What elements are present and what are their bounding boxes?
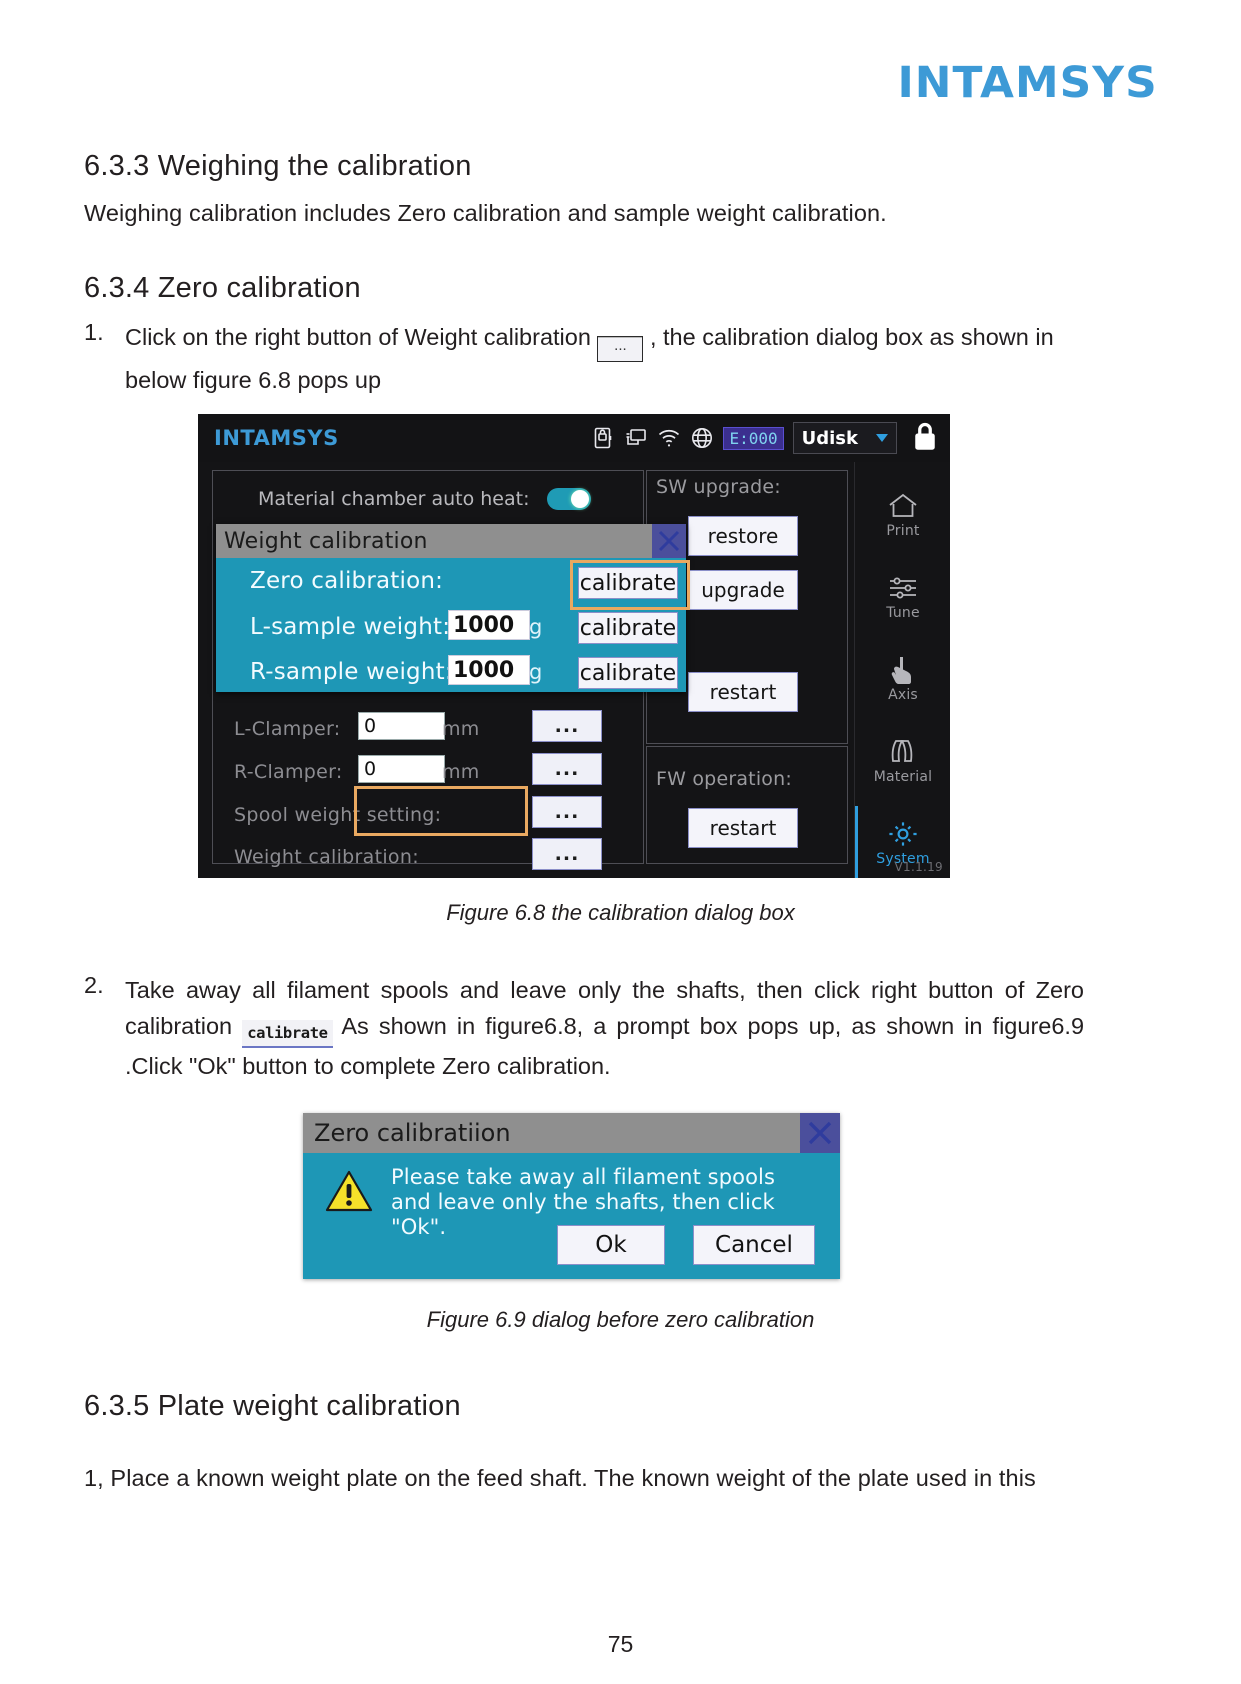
caption-figure-6-8: Figure 6.8 the calibration dialog box bbox=[446, 900, 795, 925]
active-accent-bar bbox=[855, 806, 858, 878]
close-icon[interactable] bbox=[800, 1113, 840, 1153]
heading-6-3-4: 6.3.4 Zero calibration bbox=[84, 272, 361, 305]
r-clamper-more-button[interactable]: ... bbox=[532, 753, 602, 785]
step-1-text: Click on the right button of Weight cali… bbox=[125, 319, 1084, 398]
nav-item-tune[interactable]: Tune bbox=[855, 560, 950, 634]
dialog-title-bar: Weight calibration bbox=[216, 524, 686, 558]
globe-icon[interactable] bbox=[690, 426, 714, 450]
caption-figure-6-9: Figure 6.9 dialog before zero calibratio… bbox=[426, 1307, 815, 1332]
warning-triangle-icon bbox=[325, 1169, 373, 1213]
weight-calibration-dialog: Weight calibration Zero calibration: L-s… bbox=[216, 524, 690, 692]
list-item-step-2: 2. Take away all filament spools and lea… bbox=[84, 972, 1084, 1085]
status-icon-group: E:000 Udisk bbox=[591, 422, 940, 454]
nav-label-print: Print bbox=[886, 523, 920, 539]
l-sample-weight-label: L-sample weight: bbox=[250, 614, 451, 640]
cancel-button[interactable]: Cancel bbox=[693, 1225, 815, 1265]
dialog-body: Zero calibration: L-sample weight: 1000 … bbox=[216, 558, 690, 692]
storage-source-dropdown[interactable]: Udisk bbox=[792, 422, 897, 454]
fw-operation-title: FW operation: bbox=[656, 768, 792, 790]
row-label-weight-calibration: Weight calibration: bbox=[234, 846, 419, 868]
r-sample-weight-label: R-sample weight: bbox=[250, 659, 453, 685]
wifi-icon[interactable] bbox=[657, 426, 681, 450]
r-sample-weight-unit: g bbox=[529, 660, 543, 684]
sw-restart-button[interactable]: restart bbox=[688, 672, 798, 712]
figure-6-9-screenshot: Zero calibratiion Please take away all f… bbox=[303, 1113, 840, 1279]
dialog-title: Weight calibration bbox=[224, 528, 428, 554]
auto-heat-label: Material chamber auto heat: bbox=[258, 488, 530, 510]
toggle-knob bbox=[571, 490, 589, 508]
l-sample-calibrate-button[interactable]: calibrate bbox=[578, 612, 678, 644]
l-sample-weight-value: 1000 bbox=[453, 612, 515, 638]
list-item-step-1: 1. Click on the right button of Weight c… bbox=[84, 319, 1084, 398]
row-label-r-clamper: R-Clamper: bbox=[234, 761, 343, 783]
zero-calibration-label: Zero calibration: bbox=[250, 568, 444, 594]
r-clamper-unit: mm bbox=[442, 761, 480, 783]
nav-label-material: Material bbox=[873, 769, 933, 785]
r-sample-weight-value: 1000 bbox=[453, 657, 515, 683]
spool-weight-highlight-box bbox=[354, 786, 528, 836]
storage-source-label: Udisk bbox=[801, 427, 858, 449]
paragraph-plate-weight: 1, Place a known weight plate on the fee… bbox=[84, 1465, 1036, 1491]
prompt-body: Please take away all filament spools and… bbox=[303, 1153, 840, 1279]
nav-item-material[interactable]: Material bbox=[855, 724, 950, 798]
step-1-text-before: Click on the right button of Weight cali… bbox=[125, 324, 591, 351]
r-sample-weight-input[interactable]: 1000 bbox=[448, 655, 530, 685]
chevron-down-icon bbox=[876, 434, 888, 442]
page-number: 75 bbox=[607, 1631, 634, 1657]
l-sample-weight-input[interactable]: 1000 bbox=[448, 610, 530, 640]
document-body: 6.3.3 Weighing the calibration Weighing … bbox=[84, 150, 1084, 399]
step-2-text: Take away all filament spools and leave … bbox=[125, 972, 1084, 1085]
l-clamper-input[interactable]: 0 bbox=[358, 712, 445, 740]
network-icon[interactable] bbox=[624, 426, 648, 450]
lock-icon[interactable] bbox=[910, 419, 940, 457]
heading-6-3-5: 6.3.5 Plate weight calibration bbox=[84, 1390, 461, 1422]
r-clamper-input[interactable]: 0 bbox=[358, 755, 445, 783]
figure-6-8-screenshot: INTAMSYS E:000 Udisk Material chamber au… bbox=[198, 414, 950, 878]
step-2-number: 2. bbox=[84, 972, 104, 998]
nav-item-axis[interactable]: Axis bbox=[855, 642, 950, 716]
weight-calibration-more-button[interactable]: ... bbox=[532, 838, 602, 870]
firmware-version-label: V1.1.19 bbox=[894, 860, 943, 874]
zero-calibrate-button[interactable]: calibrate bbox=[578, 567, 678, 599]
spool-weight-more-button[interactable]: ... bbox=[532, 796, 602, 828]
prompt-title: Zero calibratiion bbox=[314, 1119, 511, 1147]
inline-calibrate-button-icon: calibrate bbox=[242, 1020, 333, 1049]
sd-card-lock-icon[interactable] bbox=[591, 426, 615, 450]
auto-heat-toggle[interactable] bbox=[547, 488, 591, 510]
step-1-number: 1. bbox=[84, 319, 104, 346]
l-clamper-unit: mm bbox=[442, 718, 480, 740]
prompt-title-bar: Zero calibratiion bbox=[303, 1113, 840, 1153]
nav-item-print[interactable]: Print bbox=[855, 478, 950, 552]
ok-button[interactable]: Ok bbox=[557, 1225, 665, 1265]
inline-dots-button-icon: ... bbox=[597, 336, 644, 363]
fw-restart-button[interactable]: restart bbox=[688, 808, 798, 848]
nav-label-axis: Axis bbox=[888, 687, 918, 703]
intamsys-logo: INTAMSYS bbox=[897, 58, 1158, 108]
error-code-badge: E:000 bbox=[723, 426, 784, 450]
r-sample-calibrate-button[interactable]: calibrate bbox=[578, 657, 678, 689]
heading-6-3-3: 6.3.3 Weighing the calibration bbox=[84, 150, 472, 182]
l-clamper-more-button[interactable]: ... bbox=[532, 710, 602, 742]
l-sample-weight-unit: g bbox=[529, 615, 543, 639]
printer-nav-rail: Print Tune Axis Material System V1.1.19 bbox=[854, 462, 950, 878]
paragraph-weighing-intro: Weighing calibration includes Zero calib… bbox=[84, 200, 887, 226]
restore-button[interactable]: restore bbox=[688, 516, 798, 556]
r-clamper-value: 0 bbox=[364, 758, 377, 780]
document-page: INTAMSYS 6.3.3 Weighing the calibration … bbox=[0, 0, 1241, 1684]
printer-ui-logo: INTAMSYS bbox=[214, 426, 339, 450]
l-clamper-value: 0 bbox=[364, 715, 377, 737]
nav-label-tune: Tune bbox=[886, 605, 920, 621]
row-label-l-clamper: L-Clamper: bbox=[234, 718, 341, 740]
sw-upgrade-title: SW upgrade: bbox=[656, 476, 781, 498]
upgrade-button[interactable]: upgrade bbox=[688, 570, 798, 610]
close-icon[interactable] bbox=[652, 524, 686, 558]
